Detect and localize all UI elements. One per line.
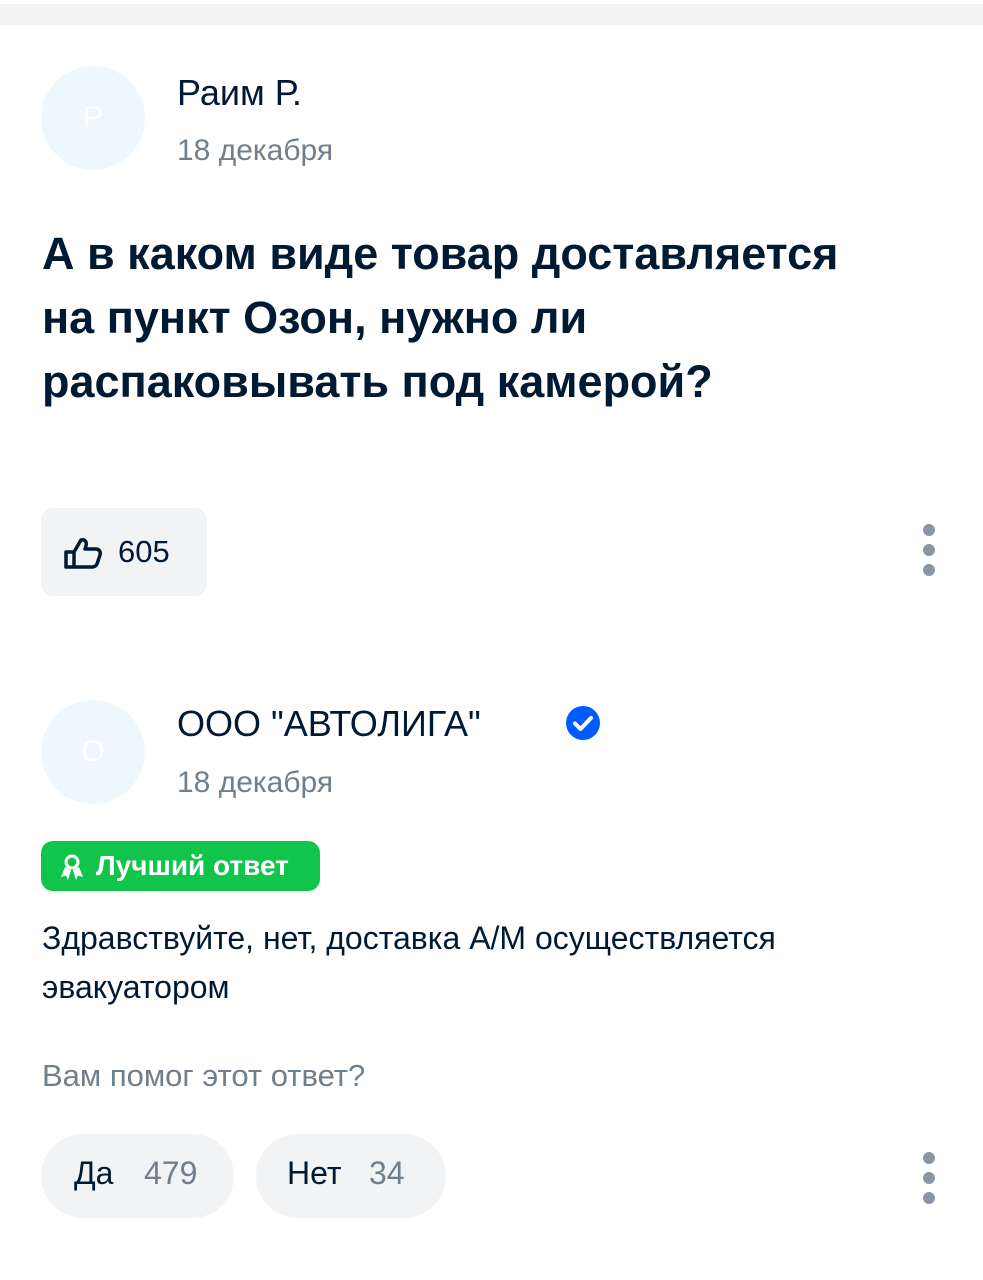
award-icon — [61, 854, 83, 880]
post-date: 18 декабря — [177, 766, 334, 799]
top-divider — [0, 0, 983, 25]
thumbs-up-icon — [64, 538, 102, 569]
like-button[interactable]: 605 — [41, 508, 207, 596]
avatar-letter: О — [81, 735, 105, 768]
avatar[interactable]: О — [41, 700, 145, 804]
question-text: А в каком виде товар доставляется на пун… — [42, 228, 839, 407]
author-name[interactable]: Раим Р. — [177, 72, 302, 114]
vote-no-button[interactable]: Нет 34 — [256, 1134, 446, 1218]
vote-yes-count: 479 — [144, 1155, 198, 1191]
avatar[interactable]: Р — [41, 66, 145, 170]
vote-yes-label: Да — [74, 1155, 114, 1191]
helpful-prompt: Вам помог этот ответ? — [42, 1058, 366, 1093]
more-vertical-icon[interactable] — [914, 1152, 944, 1212]
vote-no-count: 34 — [369, 1155, 405, 1191]
vote-no-label: Нет — [287, 1155, 342, 1191]
avatar-letter: Р — [82, 101, 103, 134]
like-count: 605 — [118, 534, 170, 569]
more-vertical-icon[interactable] — [914, 524, 944, 584]
best-answer-badge: Лучший ответ — [41, 841, 320, 891]
best-answer-label: Лучший ответ — [96, 850, 289, 881]
seller-name[interactable]: ООО "АВТОЛИГА" — [177, 703, 481, 745]
post-date: 18 декабря — [177, 134, 334, 167]
answer-text: Здравствуйте, нет, доставка А/М осуществ… — [42, 920, 776, 1005]
verified-check-icon — [566, 706, 600, 740]
vote-yes-button[interactable]: Да 479 — [41, 1134, 234, 1218]
